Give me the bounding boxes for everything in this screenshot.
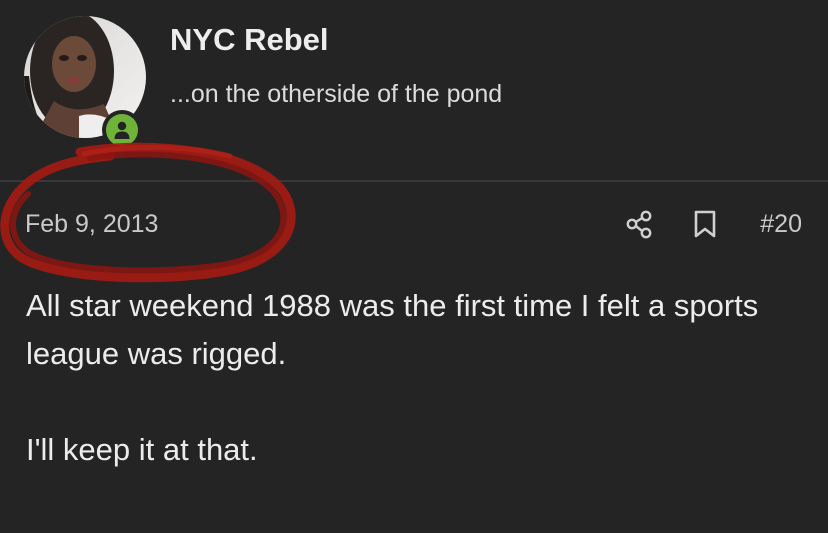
user-title: ...on the otherside of the pond: [170, 80, 503, 108]
post-header: NYC Rebel ...on the otherside of the pon…: [0, 0, 828, 180]
post-body: All star weekend 1988 was the first time…: [26, 282, 806, 474]
username[interactable]: NYC Rebel: [170, 22, 328, 58]
post-meta-bar: Feb 9, 2013 #20: [0, 200, 828, 252]
post-paragraph: I'll keep it at that.: [26, 432, 258, 467]
post-paragraph: All star weekend 1988 was the first time…: [26, 288, 759, 371]
post-date[interactable]: Feb 9, 2013: [25, 210, 158, 239]
header-divider: [0, 180, 828, 182]
forum-post: NYC Rebel ...on the otherside of the pon…: [0, 0, 828, 533]
online-status-icon: [106, 114, 138, 146]
post-number-link[interactable]: #20: [760, 210, 802, 239]
share-button[interactable]: [624, 208, 656, 240]
bookmark-icon: [694, 210, 716, 238]
share-icon: [626, 210, 652, 239]
bookmark-button[interactable]: [690, 208, 720, 240]
online-status-badge: [102, 110, 142, 150]
